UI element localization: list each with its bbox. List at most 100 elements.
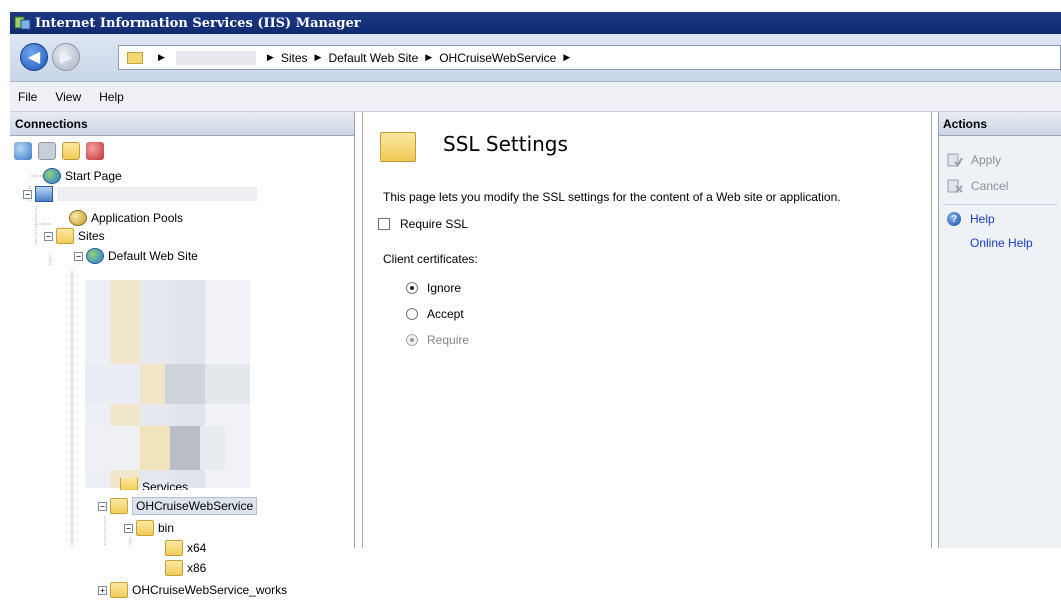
tree-item-ohcruisewebservice[interactable]: − OHCruiseWebService [98, 496, 258, 516]
client-certificates-label: Client certificates: [383, 252, 478, 266]
tree-label: x64 [187, 541, 207, 555]
redacted-server-label [57, 187, 257, 201]
collapse-icon[interactable]: − [74, 251, 83, 261]
arrow-right-icon: ▶ [59, 49, 73, 66]
tree-label: Default Web Site [108, 249, 198, 263]
window-title: Internet Information Services (IIS) Mana… [35, 15, 361, 31]
radio-ignore-row[interactable]: Ignore [406, 281, 461, 295]
tree-item-partial[interactable]: Services [120, 478, 188, 490]
radio-require [406, 334, 418, 346]
collapse-icon[interactable]: − [23, 189, 32, 199]
menu-help[interactable]: Help [99, 90, 124, 104]
action-apply[interactable]: Apply [947, 152, 1001, 168]
help-icon: ? [947, 212, 961, 226]
folder-icon [110, 582, 128, 598]
require-ssl-row[interactable]: Require SSL [378, 217, 468, 231]
tree-label: OHCruiseWebService [132, 497, 258, 515]
tree-label: bin [158, 521, 175, 535]
redacted-site-list-2 [85, 364, 250, 404]
tree-item-x64[interactable]: x64 [165, 538, 206, 558]
sites-folder-icon [56, 228, 74, 244]
breadcrumb-ohcruisewebservice[interactable]: OHCruiseWebService [439, 51, 556, 65]
tree-label: Services [142, 480, 189, 490]
collapse-icon[interactable]: − [98, 501, 107, 511]
disconnect-icon[interactable] [86, 142, 104, 160]
tree-label: Application Pools [91, 211, 184, 225]
redacted-server-name [175, 50, 256, 65]
tree-label: OHCruiseWebService_works [132, 583, 288, 597]
breadcrumb-separator-icon[interactable]: ▶ [563, 52, 570, 63]
title-bar: Internet Information Services (IIS) Mana… [10, 12, 1061, 34]
actions-header: Actions [939, 112, 1061, 136]
ssl-settings-folder-icon [380, 132, 416, 162]
menu-view[interactable]: View [55, 90, 81, 104]
action-online-help[interactable]: Online Help [970, 236, 1033, 250]
save-icon[interactable] [38, 142, 56, 160]
breadcrumb-separator-icon[interactable]: ▶ [315, 52, 322, 63]
radio-require-row: Require [406, 333, 469, 347]
connect-icon[interactable] [14, 142, 32, 160]
breadcrumb-separator-icon[interactable]: ▶ [267, 52, 274, 63]
address-bar[interactable]: ▶ ▶ Sites ▶ Default Web Site ▶ OHCruiseW… [118, 45, 1061, 70]
radio-accept[interactable] [406, 308, 418, 320]
radio-require-label: Require [427, 333, 470, 347]
help-label: Help [970, 212, 995, 226]
breadcrumb-separator-icon[interactable]: ▶ [158, 52, 165, 63]
cancel-label: Cancel [971, 179, 1009, 193]
tree-label: Sites [78, 229, 105, 243]
actions-panel: Actions Apply Cancel ? Help Online Help [938, 112, 1061, 548]
arrow-left-icon: ◀ [27, 49, 41, 66]
expand-icon[interactable]: + [98, 585, 107, 595]
iis-app-icon [14, 15, 32, 31]
address-bar-row: ◀ ▶ ▶ ▶ Sites ▶ Default Web Site ▶ OHCru… [10, 34, 1061, 82]
menu-file[interactable]: File [18, 90, 37, 104]
server-icon [35, 186, 53, 202]
apply-icon [947, 152, 963, 168]
tree-label: Start Page [65, 169, 122, 183]
globe-icon [86, 248, 104, 264]
apply-label: Apply [971, 153, 1002, 167]
online-help-label: Online Help [970, 236, 1033, 250]
require-ssl-checkbox[interactable] [378, 218, 390, 230]
up-level-icon[interactable] [62, 142, 80, 160]
require-ssl-label: Require SSL [400, 217, 469, 231]
folder-icon [110, 498, 128, 514]
actions-divider [943, 204, 1057, 205]
redacted-site-list-3 [85, 426, 225, 470]
connections-toolbar [10, 136, 354, 166]
forward-button[interactable]: ▶ [52, 43, 80, 71]
page-description: This page lets you modify the SSL settin… [383, 190, 841, 204]
folder-icon [136, 520, 154, 536]
radio-accept-label: Accept [427, 307, 464, 321]
iis-manager-window: Internet Information Services (IIS) Mana… [0, 0, 1061, 598]
tree-item-sites[interactable]: − Sites [44, 226, 105, 246]
radio-ignore[interactable] [406, 282, 418, 294]
folder-icon [165, 540, 183, 556]
radio-accept-row[interactable]: Accept [406, 307, 464, 321]
folder-icon [120, 478, 138, 490]
radio-ignore-label: Ignore [427, 281, 462, 295]
collapse-icon[interactable]: − [124, 523, 133, 533]
tree-item-x86[interactable]: x86 [165, 558, 206, 578]
connections-header: Connections [10, 112, 354, 136]
menu-bar: File View Help [10, 82, 1061, 112]
application-pools-icon [69, 210, 87, 226]
tree-item-bin[interactable]: − bin [124, 518, 174, 538]
ssl-settings-pane: SSL Settings This page lets you modify t… [362, 112, 932, 548]
folder-icon [127, 51, 143, 64]
breadcrumb-separator-icon[interactable]: ▶ [425, 52, 432, 63]
connections-panel: Connections Start Page − Application Poo… [10, 112, 355, 598]
tree-item-default-web-site[interactable]: − Default Web Site [74, 246, 198, 266]
tree-item-application-pools[interactable]: Application Pools [69, 208, 183, 228]
folder-icon [165, 560, 183, 576]
breadcrumb-default-web-site[interactable]: Default Web Site [328, 51, 418, 65]
back-button[interactable]: ◀ [20, 43, 48, 71]
cancel-icon [947, 178, 963, 194]
breadcrumb-sites[interactable]: Sites [281, 51, 308, 65]
tree-item-start-page[interactable]: Start Page [43, 166, 122, 186]
tree-item-ohcruisewebservice-works[interactable]: + OHCruiseWebService_works [98, 580, 287, 600]
collapse-icon[interactable]: − [44, 231, 53, 241]
tree-item-server[interactable]: − [23, 184, 257, 204]
action-cancel[interactable]: Cancel [947, 178, 1008, 194]
action-help[interactable]: ? Help [947, 212, 995, 226]
